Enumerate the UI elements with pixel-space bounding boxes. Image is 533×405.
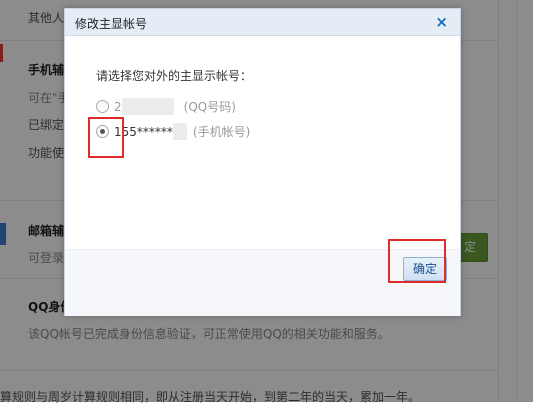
dialog-header: 修改主显帐号 × bbox=[65, 9, 460, 36]
qq-number-note: (QQ号码) bbox=[183, 100, 236, 114]
dialog-prompt: 请选择您对外的主显示帐号： bbox=[96, 69, 253, 83]
account-option-qq[interactable]: 2 (QQ号码) bbox=[96, 98, 236, 115]
highlight-box-confirm bbox=[388, 239, 446, 283]
highlight-box-radio bbox=[88, 117, 124, 158]
qq-number-value: 2 bbox=[114, 100, 122, 114]
phone-number-note: (手机帐号) bbox=[192, 125, 251, 139]
dialog-title: 修改主显帐号 bbox=[75, 17, 148, 31]
close-icon[interactable]: × bbox=[435, 12, 448, 32]
masked-value bbox=[172, 123, 187, 140]
radio-qq[interactable] bbox=[96, 100, 109, 113]
masked-value bbox=[121, 98, 174, 115]
